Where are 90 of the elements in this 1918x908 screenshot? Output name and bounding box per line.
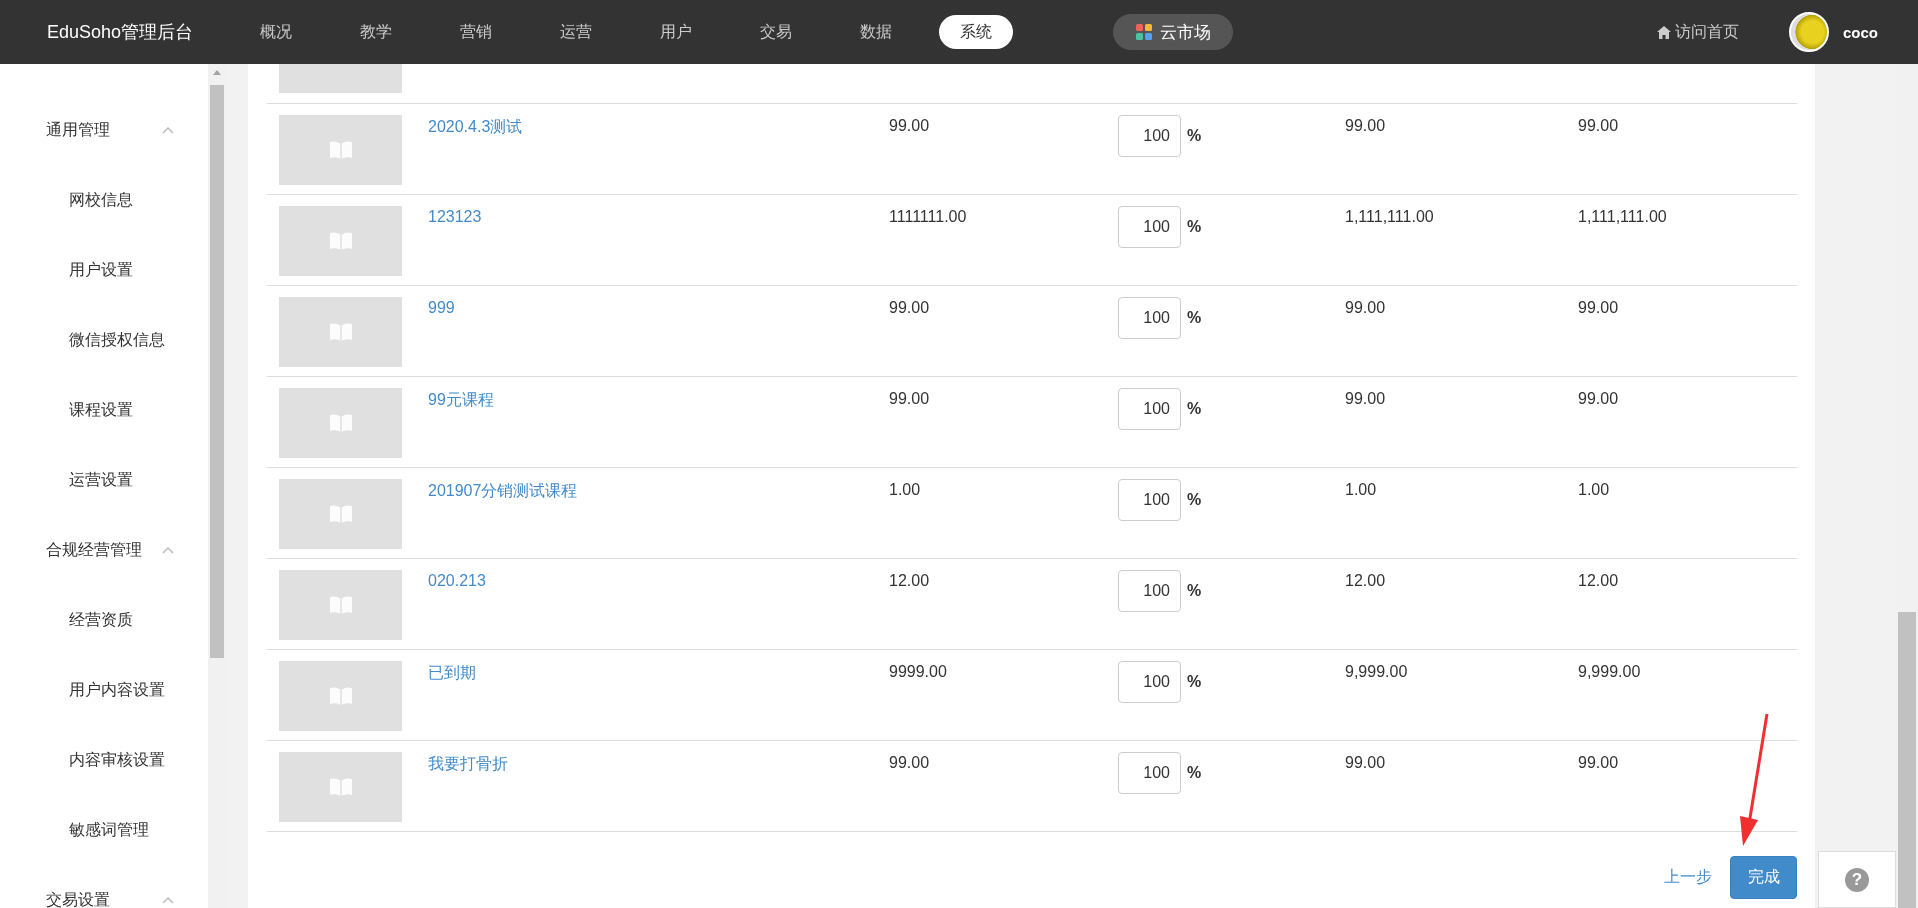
table-cell: 1,111,111.00 (1578, 208, 1667, 226)
sidebar-item[interactable]: 用户内容设置 (0, 655, 208, 725)
percent-unit: % (1187, 127, 1202, 145)
sidebar-group[interactable]: 通用管理 (0, 95, 208, 165)
table-cell: 1,111,111.00 (1345, 208, 1434, 226)
percent-input[interactable]: 100 (1118, 752, 1181, 794)
percent-unit: % (1187, 491, 1202, 509)
table-cell: 99.00 (1345, 390, 1386, 408)
percent-input[interactable]: 100 (1118, 570, 1181, 612)
book-icon (327, 231, 354, 251)
course-title-link[interactable]: 020.213 (428, 572, 486, 590)
sidebar-item[interactable]: 敏感词管理 (0, 795, 208, 865)
price-cell: 99.00 (889, 117, 930, 135)
nav-tab[interactable]: 教学 (339, 15, 413, 49)
percent-unit: % (1187, 400, 1202, 418)
sidebar-item[interactable]: 用户设置 (0, 235, 208, 305)
price-cell: 99.00 (889, 390, 930, 408)
logo[interactable]: EduSoho管理后台 (47, 20, 239, 44)
book-icon (327, 504, 354, 524)
percent-unit: % (1187, 764, 1202, 782)
percent-input[interactable]: 100 (1118, 661, 1181, 703)
price-cell: 1111111.00 (889, 208, 967, 226)
price-cell: 9999.00 (889, 663, 947, 681)
scroll-up-icon[interactable] (213, 70, 221, 75)
price-cell: 1.00 (889, 481, 921, 499)
table-cell: 99.00 (1578, 299, 1619, 317)
course-title-link[interactable]: 123123 (428, 208, 482, 226)
caret-icon (162, 126, 174, 134)
course-title-link[interactable]: 999 (428, 299, 455, 317)
table-cell: 1.00 (1345, 481, 1377, 499)
course-title-link[interactable]: 201907分销测试课程 (428, 481, 578, 502)
grid-icon (1135, 24, 1152, 40)
nav-tab[interactable]: 概况 (239, 15, 313, 49)
table-cell: 9,999.00 (1578, 663, 1641, 681)
sidebar-item[interactable]: 课程设置 (0, 375, 208, 445)
nav-tab[interactable]: 用户 (639, 15, 713, 49)
percent-input[interactable]: 100 (1118, 206, 1181, 248)
percent-unit: % (1187, 218, 1202, 236)
home-icon (1657, 25, 1671, 39)
percent-input[interactable]: 100 (1118, 297, 1181, 339)
book-icon (327, 686, 354, 706)
book-icon (327, 413, 354, 433)
avatar[interactable] (1789, 12, 1829, 52)
table-cell: 99.00 (1345, 117, 1386, 135)
finish-button[interactable]: 完成 (1730, 856, 1797, 899)
sidebar-item[interactable]: 运营设置 (0, 445, 208, 515)
table-cell: 1.00 (1578, 481, 1610, 499)
percent-input[interactable]: 100 (1118, 388, 1181, 430)
price-cell: 99.00 (889, 299, 930, 317)
course-title-link[interactable]: 99元课程 (428, 390, 494, 411)
nav-tab[interactable]: 营销 (439, 15, 513, 49)
percent-input[interactable]: 100 (1118, 479, 1181, 521)
percent-unit: % (1187, 309, 1202, 327)
table-cell: 12.00 (1345, 572, 1386, 590)
nav-tab[interactable]: 系统 (939, 15, 1013, 49)
course-title-link[interactable]: 我要打骨折 (428, 754, 508, 775)
sidebar-item[interactable]: 微信授权信息 (0, 305, 208, 375)
caret-icon (162, 896, 174, 904)
sidebar-item[interactable]: 内容审核设置 (0, 725, 208, 795)
price-cell: 99.00 (889, 754, 930, 772)
course-title-link[interactable]: 2020.4.3测试 (428, 117, 523, 138)
course-title-link[interactable]: 已到期 (428, 663, 476, 684)
market-button[interactable]: 云市场 (1113, 14, 1233, 50)
table-cell: 99.00 (1578, 754, 1619, 772)
caret-icon (162, 546, 174, 554)
table-cell: 99.00 (1578, 117, 1619, 135)
book-icon (327, 777, 354, 797)
sidebar-item[interactable]: 经营资质 (0, 585, 208, 655)
nav-tab[interactable]: 数据 (839, 15, 913, 49)
sidebar-group[interactable]: 合规经营管理 (0, 515, 208, 585)
nav-tab[interactable]: 交易 (739, 15, 813, 49)
table-cell: 99.00 (1578, 390, 1619, 408)
visit-home-link[interactable]: 访问首页 (1657, 21, 1739, 43)
table-cell: 9,999.00 (1345, 663, 1408, 681)
nav-tab[interactable]: 运营 (539, 15, 613, 49)
percent-input[interactable]: 100 (1118, 115, 1181, 157)
book-icon (327, 322, 354, 342)
percent-unit: % (1187, 582, 1202, 600)
sidebar-group[interactable]: 交易设置 (0, 865, 208, 908)
back-link[interactable]: 上一步 (1664, 867, 1712, 888)
table-cell: 99.00 (1345, 299, 1386, 317)
percent-unit: % (1187, 673, 1202, 691)
book-icon (327, 595, 354, 615)
table-cell: 12.00 (1578, 572, 1619, 590)
book-icon (327, 140, 354, 160)
price-cell: 12.00 (889, 572, 930, 590)
user-name[interactable]: coco (1843, 23, 1878, 41)
sidebar-item[interactable]: 网校信息 (0, 165, 208, 235)
table-cell: 99.00 (1345, 754, 1386, 772)
help-icon: ? (1845, 867, 1869, 892)
